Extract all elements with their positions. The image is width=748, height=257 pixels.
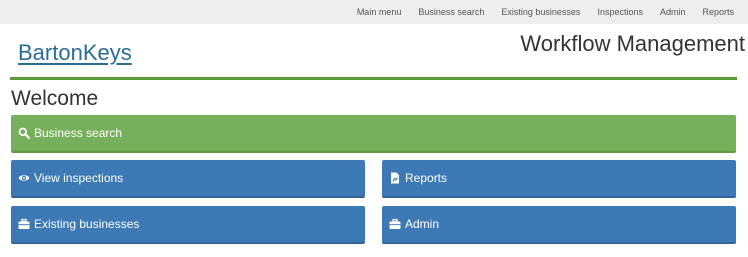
admin-label: Admin — [405, 217, 440, 231]
existing-businesses-label: Existing businesses — [34, 217, 140, 231]
page-title: Welcome — [11, 87, 99, 110]
business-search-label: Business search — [34, 126, 123, 140]
brand-logo-link[interactable]: BartonKeys — [18, 40, 132, 66]
view-inspections-tile[interactable]: View inspections — [11, 160, 365, 198]
existing-businesses-tile[interactable]: Existing businesses — [11, 206, 365, 244]
nav-link-existing-businesses[interactable]: Existing businesses — [501, 7, 580, 17]
admin-tile[interactable]: Admin — [382, 206, 736, 244]
nav-link-admin[interactable]: Admin — [660, 7, 686, 17]
nav-link-inspections[interactable]: Inspections — [597, 7, 643, 17]
nav-list: Main menu Business search Existing busin… — [357, 0, 734, 24]
top-navbar: Main menu Business search Existing busin… — [0, 0, 748, 24]
document-icon — [389, 172, 401, 184]
reports-tile[interactable]: Reports — [382, 160, 736, 198]
search-icon — [18, 127, 30, 139]
nav-link-main-menu[interactable]: Main menu — [357, 7, 402, 17]
business-search-tile[interactable]: Business search — [11, 115, 736, 153]
nav-link-reports[interactable]: Reports — [702, 7, 734, 17]
view-inspections-label: View inspections — [34, 171, 124, 185]
eye-icon — [18, 172, 30, 184]
header-divider — [10, 77, 737, 80]
reports-label: Reports — [405, 171, 448, 185]
briefcase-icon — [389, 218, 401, 230]
app-title: Workflow Management — [520, 31, 745, 56]
briefcase-icon — [18, 218, 30, 230]
nav-link-business-search[interactable]: Business search — [418, 7, 484, 17]
